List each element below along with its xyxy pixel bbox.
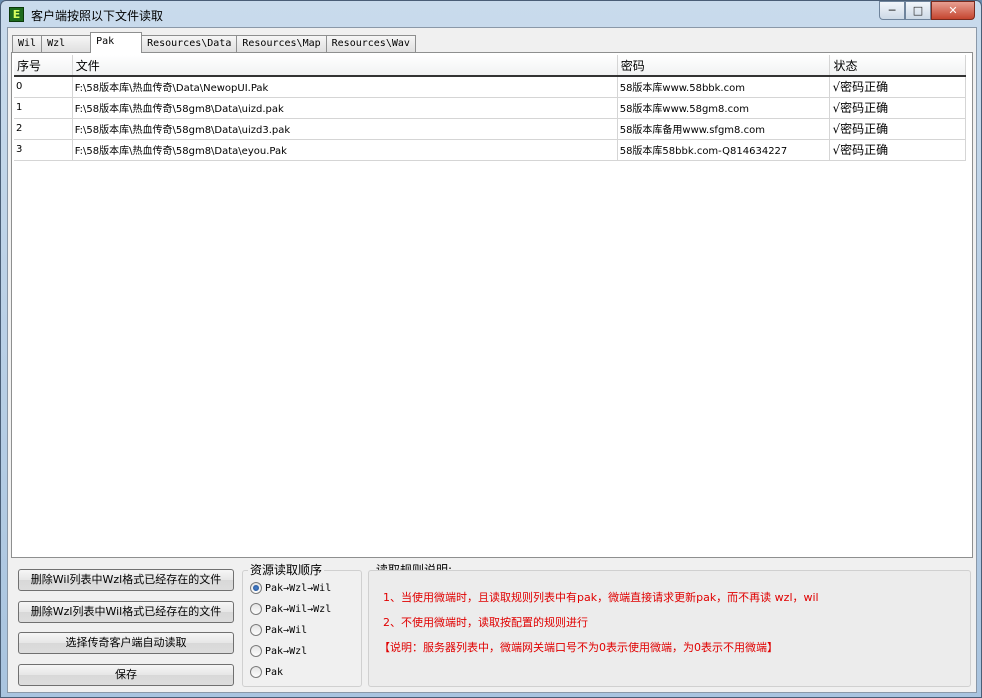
select-client-button[interactable]: 选择传奇客户端自动读取: [18, 632, 234, 654]
radio-unselected-icon: [250, 603, 262, 615]
column-header-index[interactable]: 序号: [14, 55, 73, 77]
radio-label: Pak: [265, 666, 284, 678]
delete-wzl-duplicates-button[interactable]: 删除Wzl列表中Wil格式已经存在的文件: [18, 601, 234, 623]
maximize-button[interactable]: □: [905, 1, 931, 20]
radio-pak-wil-wzl[interactable]: Pak→Wil→Wzl: [250, 603, 331, 615]
save-button[interactable]: 保存: [18, 664, 234, 686]
radio-label: Pak→Wil→Wzl: [265, 603, 332, 615]
file-table: 序号 文件 密码 状态 0 F:\58版本库\热血传奇\Data\NewopUI…: [14, 55, 966, 161]
radio-label: Pak→Wzl: [265, 645, 308, 657]
maximize-icon: □: [912, 4, 924, 17]
radio-label: Pak→Wil: [265, 624, 308, 636]
delete-wil-duplicates-button[interactable]: 删除Wil列表中Wzl格式已经存在的文件: [18, 569, 234, 591]
row-index: 1: [14, 97, 73, 119]
table-row[interactable]: 3 F:\58版本库\热血传奇\58gm8\Data\eyou.Pak 58版本…: [14, 139, 966, 161]
table-row[interactable]: 2 F:\58版本库\热血传奇\58gm8\Data\uizd3.pak 58版…: [14, 118, 966, 140]
table-row[interactable]: 1 F:\58版本库\热血传奇\58gm8\Data\uizd.pak 58版本…: [14, 97, 966, 119]
row-password: 58版本库备用www.sfgm8.com: [617, 118, 831, 140]
radio-unselected-icon: [250, 645, 262, 657]
column-header-file[interactable]: 文件: [72, 55, 618, 77]
row-file: F:\58版本库\热血传奇\58gm8\Data\eyou.Pak: [72, 139, 618, 161]
radio-pak[interactable]: Pak: [250, 666, 283, 678]
tab-panel: 序号 文件 密码 状态 0 F:\58版本库\热血传奇\Data\NewopUI…: [11, 52, 973, 558]
close-button[interactable]: ✕: [931, 1, 975, 20]
row-file: F:\58版本库\热血传奇\58gm8\Data\uizd3.pak: [72, 118, 618, 140]
row-password: 58版本库www.58gm8.com: [617, 97, 831, 119]
row-status: √密码正确: [829, 97, 966, 119]
row-index: 0: [14, 76, 73, 98]
column-header-status[interactable]: 状态: [829, 55, 966, 77]
tab-wzl[interactable]: Wzl: [41, 35, 92, 53]
tab-resources-map[interactable]: Resources\Map: [236, 35, 327, 53]
rule-line-2: 2、不使用微端时，读取按配置的规则进行: [383, 616, 588, 629]
file-list[interactable]: 序号 文件 密码 状态 0 F:\58版本库\热血传奇\Data\NewopUI…: [14, 55, 970, 555]
table-header-row: 序号 文件 密码 状态: [14, 55, 966, 77]
tab-resources-wav[interactable]: Resources\Wav: [325, 35, 416, 53]
window-title: 客户端按照以下文件读取: [31, 9, 164, 23]
radio-selected-icon: [250, 582, 262, 594]
app-icon: E: [9, 7, 24, 22]
radio-pak-wzl[interactable]: Pak→Wzl: [250, 645, 307, 657]
row-file: F:\58版本库\热血传奇\Data\NewopUI.Pak: [72, 76, 618, 98]
row-file: F:\58版本库\热血传奇\58gm8\Data\uizd.pak: [72, 97, 618, 119]
close-icon: ✕: [948, 4, 958, 17]
row-status: √密码正确: [829, 118, 966, 140]
tab-wil[interactable]: Wil: [12, 35, 43, 53]
row-index: 2: [14, 118, 73, 140]
row-password: 58版本库www.58bbk.com: [617, 76, 831, 98]
radio-unselected-icon: [250, 624, 262, 636]
tab-resources-data[interactable]: Resources\Data: [141, 35, 238, 53]
rule-line-1: 1、当使用微端时，且读取规则列表中有pak，微端直接请求更新pak，而不再读 w…: [383, 591, 819, 604]
column-header-password[interactable]: 密码: [617, 55, 831, 77]
radio-label: Pak→Wzl→Wil: [265, 582, 332, 594]
main-window: E 客户端按照以下文件读取 ─ □ ✕ Wil Wzl Pak Resource…: [0, 0, 982, 698]
window-controls: ─ □ ✕: [879, 1, 975, 20]
radio-pak-wil[interactable]: Pak→Wil: [250, 624, 307, 636]
row-password: 58版本库58bbk.com-Q814634227: [617, 139, 831, 161]
rules-panel: 1、当使用微端时，且读取规则列表中有pak，微端直接请求更新pak，而不再读 w…: [368, 570, 971, 687]
minimize-button[interactable]: ─: [879, 1, 905, 20]
minimize-icon: ─: [888, 4, 896, 17]
read-order-title: 资源读取顺序: [248, 561, 325, 578]
tab-strip: Wil Wzl Pak Resources\Data Resources\Map…: [12, 32, 416, 53]
client-area: Wil Wzl Pak Resources\Data Resources\Map…: [7, 27, 977, 693]
table-row[interactable]: 0 F:\58版本库\热血传奇\Data\NewopUI.Pak 58版本库ww…: [14, 76, 966, 98]
rule-line-note: 【说明：服务器列表中，微端网关端口号不为0表示使用微端，为0表示不用微端】: [379, 641, 778, 654]
title-bar[interactable]: E 客户端按照以下文件读取 ─ □ ✕: [1, 1, 981, 27]
row-index: 3: [14, 139, 73, 161]
row-status: √密码正确: [829, 139, 966, 161]
row-status: √密码正确: [829, 76, 966, 98]
tab-pak[interactable]: Pak: [90, 32, 143, 53]
radio-pak-wzl-wil[interactable]: Pak→Wzl→Wil: [250, 582, 331, 594]
radio-unselected-icon: [250, 666, 262, 678]
